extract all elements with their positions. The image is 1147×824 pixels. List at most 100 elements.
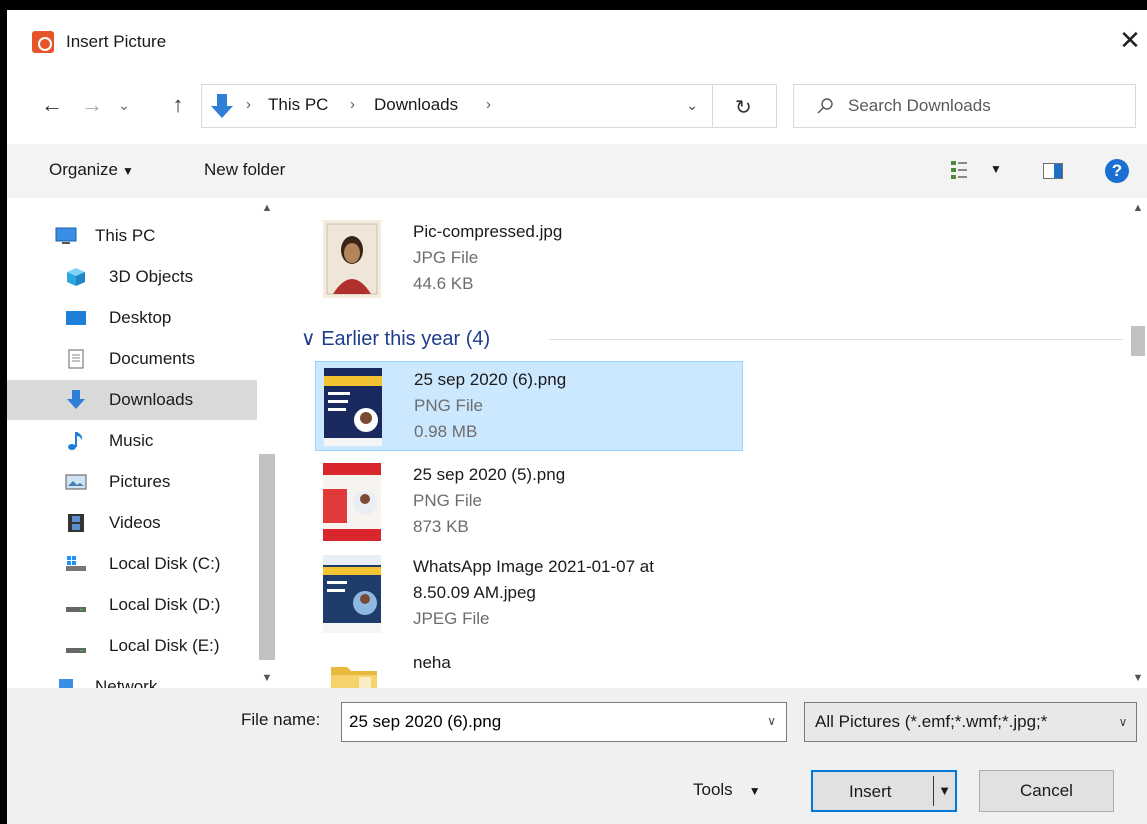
file-list-scrollbar[interactable]: ▲ ▼ xyxy=(1129,198,1147,688)
sidebar-item-label: 3D Objects xyxy=(109,267,194,286)
sidebar-item-label: Documents xyxy=(109,349,195,368)
insert-options-caret-icon[interactable]: ▼ xyxy=(933,776,955,806)
folder-icon xyxy=(331,667,377,688)
file-item-whatsapp-image[interactable]: WhatsApp Image 2021-01-07 at 8.50.09 AM.… xyxy=(315,549,743,639)
document-icon xyxy=(68,349,84,369)
sidebar-item-label: This PC xyxy=(95,226,156,245)
film-icon xyxy=(68,514,84,532)
download-arrow-icon xyxy=(211,94,233,118)
file-item-25-sep-2020-5[interactable]: 25 sep 2020 (5).png PNG File 873 KB xyxy=(315,457,743,547)
file-name: Pic-compressed.jpg xyxy=(413,222,563,241)
sidebar-item-local-disk-c[interactable]: Local Disk (C:) xyxy=(17,544,257,584)
file-name: 25 sep 2020 (5).png xyxy=(413,465,566,484)
breadcrumb-separator[interactable]: › xyxy=(246,96,251,113)
file-type-filter-select[interactable]: All Pictures (*.emf;*.wmf;*.jpg;* ∨ xyxy=(804,702,1137,742)
desktop-icon xyxy=(66,311,86,325)
file-name-label: File name: xyxy=(241,710,321,729)
folder-item-neha[interactable]: neha xyxy=(315,645,743,688)
pictures-icon xyxy=(65,474,87,490)
file-name: 25 sep 2020 (6).png xyxy=(414,370,567,389)
tools-button[interactable]: Tools ▼ xyxy=(693,780,761,800)
organize-button[interactable]: Organize ▼ xyxy=(49,160,134,180)
sidebar-item-documents[interactable]: Documents xyxy=(17,339,257,379)
search-icon xyxy=(817,98,833,114)
search-box[interactable] xyxy=(793,84,1136,128)
scrollbar-thumb[interactable] xyxy=(259,454,275,660)
refresh-button[interactable]: ↻ xyxy=(713,84,777,128)
chevron-down-icon[interactable]: ∨ xyxy=(1110,703,1136,741)
cube-icon xyxy=(67,268,85,286)
navigation-pane: This PC 3D Objects Desktop Documents Dow… xyxy=(7,198,277,688)
help-icon[interactable]: ? xyxy=(1105,159,1129,183)
sidebar-item-local-disk-e[interactable]: Local Disk (E:) xyxy=(17,626,257,666)
file-type: JPEG File xyxy=(413,609,490,628)
chevron-down-icon: ∨ xyxy=(301,328,316,350)
recent-locations-button[interactable]: ⌄ xyxy=(111,92,137,118)
scroll-down-icon[interactable]: ▼ xyxy=(257,672,277,684)
drive-icon xyxy=(66,607,86,612)
portrait-thumbnail xyxy=(323,220,381,298)
file-type: JPG File xyxy=(413,248,479,267)
file-details: neha xyxy=(413,650,451,676)
preview-pane-icon[interactable] xyxy=(1043,163,1063,179)
sidebar-item-downloads[interactable]: Downloads xyxy=(7,380,257,420)
file-type-filter-value: All Pictures (*.emf;*.wmf;*.jpg;* xyxy=(815,712,1048,731)
forward-button[interactable]: → xyxy=(79,92,105,118)
sidebar-item-pictures[interactable]: Pictures xyxy=(17,462,257,502)
insert-button[interactable]: Insert ▼ xyxy=(811,770,957,812)
breadcrumb-downloads[interactable]: Downloads xyxy=(374,95,458,115)
file-details: 25 sep 2020 (5).png PNG File 873 KB xyxy=(413,462,565,540)
scroll-down-icon[interactable]: ▼ xyxy=(1129,672,1147,684)
file-size: 0.98 MB xyxy=(414,422,478,441)
address-bar[interactable]: › This PC › Downloads › ⌄ xyxy=(201,84,713,128)
flyer-thumbnail xyxy=(323,463,381,541)
new-folder-button[interactable]: New folder xyxy=(204,160,285,180)
file-type: PNG File xyxy=(414,396,483,415)
file-details: WhatsApp Image 2021-01-07 at 8.50.09 AM.… xyxy=(413,554,654,632)
file-item-pic-compressed[interactable]: Pic-compressed.jpg JPG File 44.6 KB xyxy=(315,214,743,304)
back-button[interactable]: ← xyxy=(39,92,65,118)
sidebar-item-label: Local Disk (C:) xyxy=(109,554,221,573)
file-name-combobox[interactable]: ∨ xyxy=(341,702,787,742)
up-button[interactable]: ↑ xyxy=(165,92,191,118)
chevron-down-icon[interactable]: ⌄ xyxy=(686,97,698,114)
sidebar-item-label: Videos xyxy=(109,513,161,532)
file-item-25-sep-2020-6[interactable]: 25 sep 2020 (6).png PNG File 0.98 MB xyxy=(315,361,743,451)
folder-name: neha xyxy=(413,653,451,672)
group-header-earlier-this-year[interactable]: ∨ Earlier this year (4) xyxy=(301,326,490,351)
flyer-thumbnail xyxy=(323,555,381,633)
drive-icon xyxy=(66,648,86,653)
app-icon xyxy=(32,31,54,53)
file-dialog-footer: File name: ∨ All Pictures (*.emf;*.wmf;*… xyxy=(7,688,1147,824)
tools-label: Tools xyxy=(693,780,733,799)
scroll-up-icon[interactable]: ▲ xyxy=(257,202,277,214)
sidebar-item-local-disk-d[interactable]: Local Disk (D:) xyxy=(17,585,257,625)
sidebar-item-network[interactable]: Network xyxy=(17,667,257,688)
sidebar-item-label: Downloads xyxy=(109,390,194,409)
breadcrumb-separator[interactable]: › xyxy=(350,96,355,113)
file-name-input[interactable] xyxy=(349,703,749,741)
cancel-button[interactable]: Cancel xyxy=(979,770,1114,812)
scrollbar-thumb[interactable] xyxy=(1131,326,1145,356)
chevron-down-icon[interactable]: ∨ xyxy=(767,714,776,728)
monitor-icon xyxy=(55,227,77,244)
view-options-icon[interactable] xyxy=(950,159,968,181)
file-type: PNG File xyxy=(413,491,482,510)
sidebar-item-3d-objects[interactable]: 3D Objects xyxy=(17,257,257,297)
close-button[interactable]: ✕ xyxy=(1113,24,1147,58)
sidebar-item-label: Local Disk (E:) xyxy=(109,636,220,655)
sidebar-item-desktop[interactable]: Desktop xyxy=(17,298,257,338)
sidebar-item-music[interactable]: Music xyxy=(17,421,257,461)
view-options-caret-icon[interactable]: ▼ xyxy=(990,162,1002,176)
title-bar: Insert Picture ✕ xyxy=(7,10,1147,72)
file-list: Pic-compressed.jpg JPG File 44.6 KB ∨ Ea… xyxy=(287,198,1147,688)
sidebar-item-this-pc[interactable]: This PC xyxy=(17,216,257,256)
breadcrumb-separator[interactable]: › xyxy=(486,96,491,113)
scroll-up-icon[interactable]: ▲ xyxy=(1129,202,1147,214)
network-icon xyxy=(59,679,73,688)
search-input[interactable] xyxy=(848,85,1128,127)
breadcrumb-this-pc[interactable]: This PC xyxy=(268,95,328,115)
sidebar-item-videos[interactable]: Videos xyxy=(17,503,257,543)
group-header-label: Earlier this year (4) xyxy=(321,328,491,350)
navigation-scrollbar[interactable]: ▲ ▼ xyxy=(257,198,277,688)
